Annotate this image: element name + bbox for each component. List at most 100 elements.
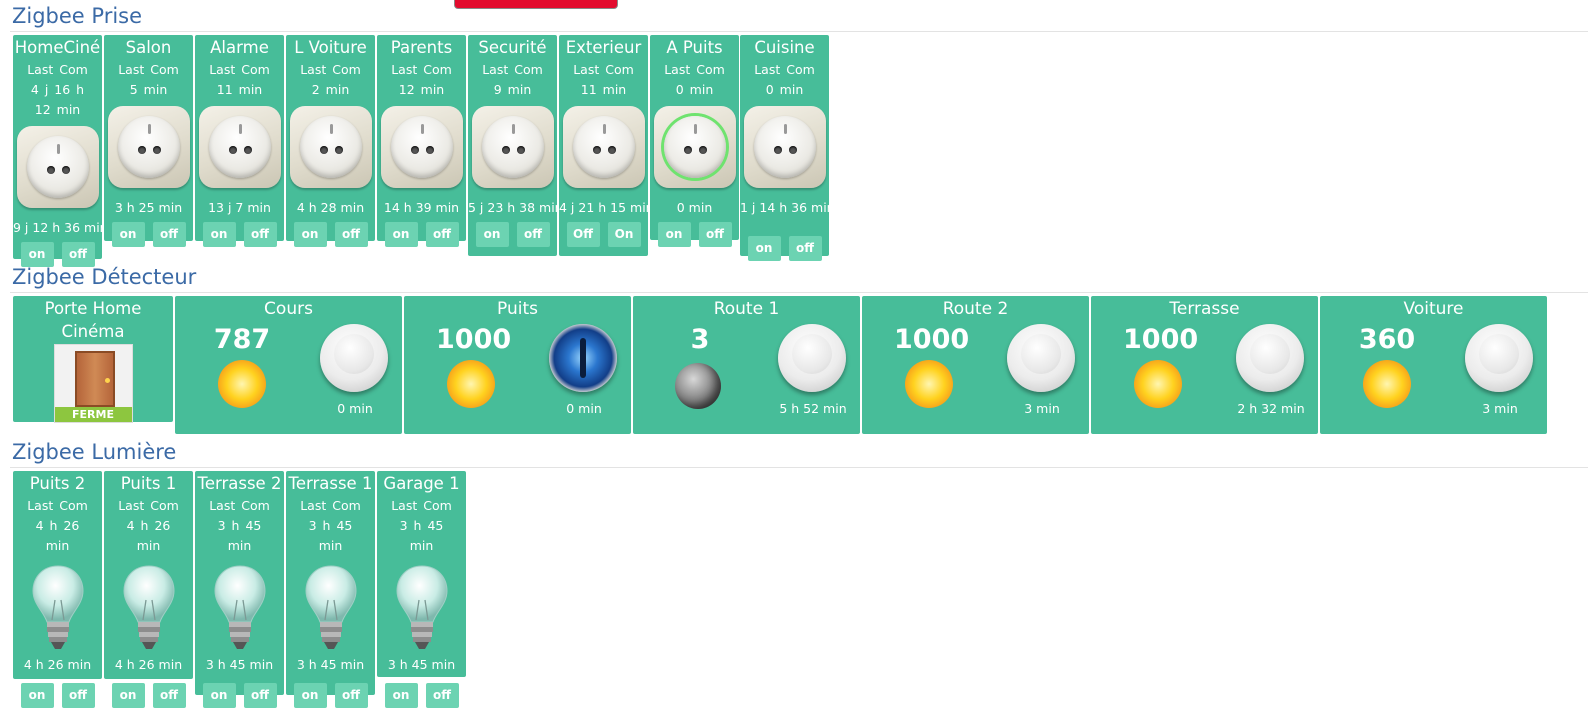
duration: 0 min bbox=[566, 401, 602, 416]
duration: 0 min bbox=[337, 401, 373, 416]
on-button[interactable]: on bbox=[384, 683, 418, 708]
last-com: Last Com 9 min bbox=[482, 62, 543, 97]
sun-icon bbox=[447, 360, 495, 408]
on-button[interactable]: on bbox=[293, 683, 327, 708]
on-button[interactable]: on bbox=[293, 222, 327, 247]
tile-name: Puits bbox=[497, 299, 538, 319]
tile-name: Puits 2 bbox=[29, 474, 86, 493]
off-button[interactable]: Off bbox=[566, 222, 600, 247]
socket-icon[interactable] bbox=[289, 106, 372, 188]
on-button[interactable]: On bbox=[607, 222, 641, 247]
sun-icon bbox=[1363, 360, 1411, 408]
prise-tile-homecine: HomeCiné Last Com 4 j 16 h 12 min 9 j 12… bbox=[13, 35, 108, 267]
off-button[interactable]: off bbox=[152, 222, 186, 247]
moon-icon bbox=[675, 363, 721, 409]
section-divider bbox=[10, 292, 1588, 293]
prise-tile-apuits: A Puits Last Com 0 min 0 min on off bbox=[650, 35, 739, 247]
off-button[interactable]: off bbox=[243, 222, 277, 247]
tile-name: HomeCiné bbox=[14, 38, 101, 57]
door-status: FERME bbox=[54, 407, 132, 422]
on-button[interactable]: on bbox=[202, 683, 236, 708]
off-button[interactable]: off bbox=[334, 683, 368, 708]
socket-icon[interactable] bbox=[380, 106, 463, 188]
on-button[interactable]: on bbox=[111, 683, 145, 708]
last-com: Last Com 4 h 26 min bbox=[27, 498, 88, 553]
tile-name: Parents bbox=[390, 38, 453, 57]
light-bulb-icon[interactable] bbox=[303, 564, 359, 654]
light-bulb-icon[interactable] bbox=[212, 564, 268, 654]
socket-icon[interactable] bbox=[198, 106, 281, 188]
duration: 1 j 14 h 36 min bbox=[740, 200, 835, 215]
duration: 3 min bbox=[1482, 401, 1518, 416]
socket-icon[interactable] bbox=[562, 106, 645, 188]
last-com: Last Com 11 min bbox=[209, 62, 270, 97]
motion-sensor-icon[interactable] bbox=[1465, 324, 1533, 392]
socket-icon[interactable] bbox=[16, 126, 99, 208]
light-bulb-icon[interactable] bbox=[121, 564, 177, 654]
on-button[interactable]: on bbox=[111, 222, 145, 247]
tile-name: Voiture bbox=[1403, 299, 1464, 319]
off-button[interactable]: off bbox=[334, 222, 368, 247]
lumiere-tile-puits1: Puits 1 Last Com 4 h 26 min 4 h 26 min o… bbox=[104, 471, 193, 708]
lux-value: 1000 bbox=[436, 324, 512, 355]
duration: 5 h 52 min bbox=[779, 401, 847, 416]
on-button[interactable]: on bbox=[747, 236, 781, 261]
section-divider bbox=[10, 467, 1588, 468]
light-bulb-icon[interactable] bbox=[30, 564, 86, 654]
off-button[interactable]: off bbox=[61, 242, 95, 267]
off-button[interactable]: off bbox=[243, 683, 277, 708]
last-com: Last Com 11 min bbox=[573, 62, 634, 97]
tile-name: Salon bbox=[125, 38, 172, 57]
last-com: Last Com 12 min bbox=[391, 62, 452, 97]
eye-icon[interactable] bbox=[549, 324, 617, 392]
motion-sensor-icon[interactable] bbox=[320, 324, 388, 392]
prise-tile-cuisine: Cuisine Last Com 0 min 1 j 14 h 36 min o… bbox=[740, 35, 835, 261]
last-com: Last Com 5 min bbox=[118, 62, 179, 97]
off-button[interactable]: off bbox=[516, 222, 550, 247]
sun-icon bbox=[905, 360, 953, 408]
socket-icon[interactable] bbox=[743, 106, 826, 188]
tile-name: Terrasse 1 bbox=[288, 474, 373, 493]
duration: 3 h 25 min bbox=[114, 200, 183, 215]
detecteur-tile-puits: Puits 1000 0 min bbox=[404, 296, 631, 434]
duration: 4 h 26 min bbox=[114, 657, 183, 672]
on-button[interactable]: on bbox=[657, 222, 691, 247]
lux-value: 1000 bbox=[894, 324, 970, 355]
duration: 9 j 12 h 36 min bbox=[13, 220, 108, 235]
light-bulb-icon[interactable] bbox=[394, 564, 450, 654]
on-button[interactable]: on bbox=[384, 222, 418, 247]
last-com: Last Com 0 min bbox=[754, 62, 815, 97]
detecteur-tile-cours: Cours 787 0 min bbox=[175, 296, 402, 434]
duration: 3 h 45 min bbox=[296, 657, 365, 672]
on-button[interactable]: on bbox=[202, 222, 236, 247]
off-button[interactable]: off bbox=[425, 683, 459, 708]
tile-name: A Puits bbox=[666, 38, 723, 57]
sun-icon bbox=[1134, 360, 1182, 408]
last-com: Last Com 0 min bbox=[664, 62, 725, 97]
off-button[interactable]: off bbox=[698, 222, 732, 247]
prise-tile-salon: Salon Last Com 5 min 3 h 25 min on off bbox=[104, 35, 193, 247]
motion-sensor-icon[interactable] bbox=[1007, 324, 1075, 392]
motion-sensor-icon[interactable] bbox=[1236, 324, 1304, 392]
on-button[interactable]: on bbox=[475, 222, 509, 247]
tile-name: Route 1 bbox=[713, 299, 780, 319]
top-red-bar bbox=[454, 0, 618, 9]
last-com: Last Com 3 h 45 min bbox=[209, 498, 270, 553]
socket-icon[interactable] bbox=[471, 106, 554, 188]
duration: 4 h 26 min bbox=[23, 657, 92, 672]
socket-icon[interactable] bbox=[107, 106, 190, 188]
off-button[interactable]: off bbox=[152, 683, 186, 708]
tile-name: Cours bbox=[264, 299, 313, 319]
off-button[interactable]: off bbox=[425, 222, 459, 247]
door-icon[interactable]: FERME bbox=[53, 344, 133, 423]
on-button[interactable]: on bbox=[20, 242, 54, 267]
last-com: Last Com 3 h 45 min bbox=[391, 498, 452, 553]
off-button[interactable]: off bbox=[788, 236, 822, 261]
tile-name: Garage 1 bbox=[383, 474, 460, 493]
socket-icon[interactable] bbox=[653, 106, 736, 188]
on-button[interactable]: on bbox=[20, 683, 54, 708]
duration: 5 j 23 h 38 min bbox=[468, 200, 563, 215]
section-divider bbox=[10, 31, 1588, 32]
motion-sensor-icon[interactable] bbox=[778, 324, 846, 392]
off-button[interactable]: off bbox=[61, 683, 95, 708]
